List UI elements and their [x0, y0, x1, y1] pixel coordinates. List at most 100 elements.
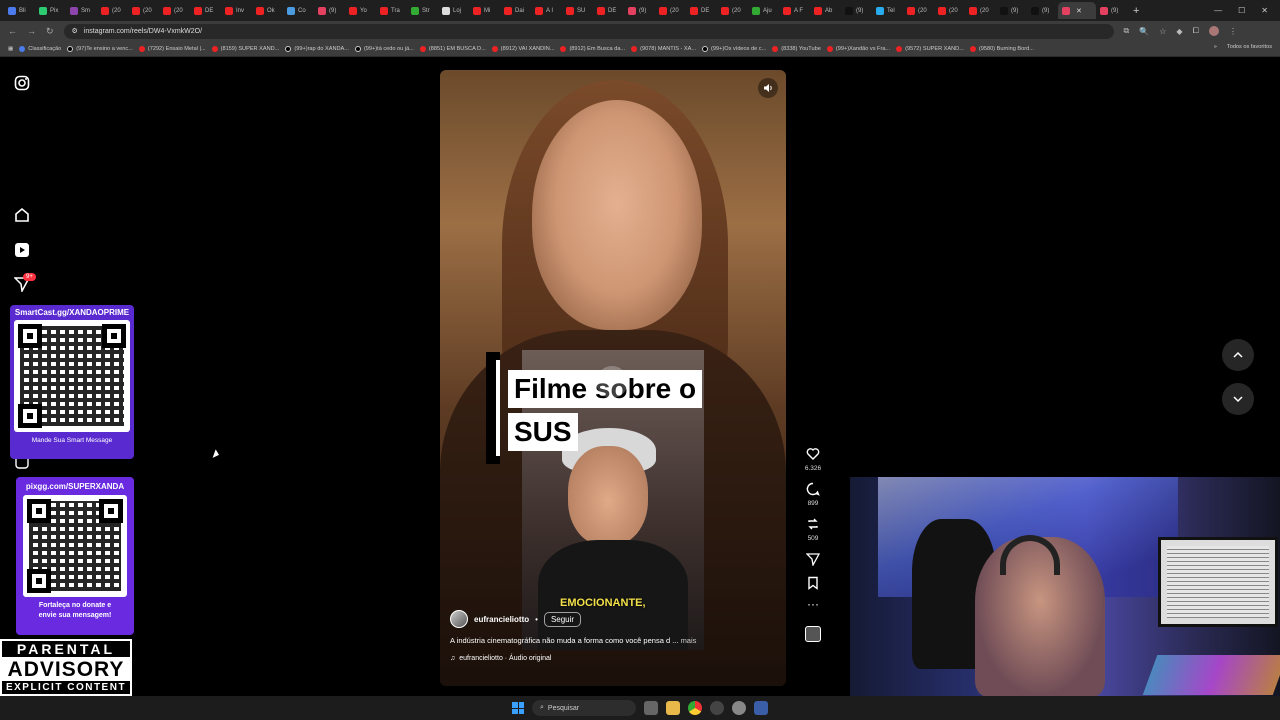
taskbar-search[interactable]: ⌕ Pesquisar	[532, 700, 636, 716]
like-action[interactable]: 6.326	[800, 447, 826, 472]
windows-start-icon[interactable]	[512, 702, 524, 714]
browser-tab[interactable]: ✕	[1058, 2, 1096, 19]
zoom-icon[interactable]: 🔍	[1139, 27, 1149, 36]
browser-tab[interactable]: DE	[190, 2, 221, 19]
bookmark-item[interactable]: (99+)Xandão vs Fra...	[826, 45, 890, 52]
tab-favicon-icon	[938, 6, 946, 15]
reel-video[interactable]: Filme sobre o SUS EMOCIONANTE, eufrancie…	[440, 70, 786, 686]
browser-tab[interactable]: Sm	[66, 2, 97, 19]
bookmark-item[interactable]: (9580) Burning Bord...	[969, 45, 1034, 52]
more-link[interactable]: mais	[681, 636, 697, 645]
browser-tab[interactable]: (9)	[996, 2, 1027, 19]
bookmark-item[interactable]: (8912) VAI XANDIN...	[491, 45, 554, 52]
next-reel-button[interactable]	[1222, 383, 1254, 415]
reload-icon[interactable]: ↻	[46, 26, 54, 37]
url-bar[interactable]: ⚙ instagram.com/reels/DW4-VxmkW2O/	[63, 23, 1114, 39]
volume-icon[interactable]	[758, 78, 778, 98]
browser-tab[interactable]: (9)	[314, 2, 345, 19]
extension-icon[interactable]: ◆	[1176, 27, 1182, 36]
bookmark-item[interactable]: (99+)tá cedo ou já...	[354, 45, 414, 52]
browser-tab[interactable]: (20	[128, 2, 159, 19]
share-action[interactable]	[800, 552, 826, 566]
bookmark-item[interactable]: (99+)rap do XANDÃ...	[285, 45, 349, 52]
browser-tab[interactable]: (20	[934, 2, 965, 19]
more-options-action[interactable]: ···	[800, 598, 826, 610]
minimize-icon[interactable]: —	[1214, 6, 1222, 15]
bookmark-item[interactable]: (8338) YouTube	[772, 45, 821, 52]
file-explorer-icon[interactable]	[666, 701, 680, 715]
maximize-icon[interactable]: ☐	[1238, 6, 1245, 15]
reels-icon[interactable]	[13, 241, 31, 259]
forward-icon[interactable]: →	[27, 26, 36, 36]
home-icon[interactable]	[13, 206, 31, 224]
comment-action[interactable]: 899	[800, 482, 826, 507]
task-view-icon[interactable]	[644, 701, 658, 715]
app-icon[interactable]	[710, 701, 724, 715]
chrome-icon[interactable]	[688, 701, 702, 715]
star-icon[interactable]: ☆	[1159, 27, 1166, 36]
browser-tab[interactable]: (9)	[1027, 2, 1058, 19]
tab-close-icon[interactable]: ✕	[1076, 7, 1082, 15]
bookmark-item[interactable]: (9078) MANTIS - XA...	[631, 45, 696, 52]
browser-tab[interactable]: Tra	[376, 2, 407, 19]
profile-avatar[interactable]	[1208, 26, 1219, 36]
browser-tab[interactable]: A I	[531, 2, 562, 19]
author-name[interactable]: eufrancieliotto	[474, 615, 529, 624]
bookmark-item[interactable]: (7292) Ensaio Metal |...	[138, 45, 206, 52]
browser-tab[interactable]: Loj	[438, 2, 469, 19]
author-avatar[interactable]	[450, 610, 468, 628]
browser-tab[interactable]: (20	[717, 2, 748, 19]
new-tab-icon[interactable]: +	[1133, 5, 1139, 17]
browser-tab[interactable]: (20	[655, 2, 686, 19]
browser-tab[interactable]: SU	[562, 2, 593, 19]
install-icon[interactable]: ⧉	[1124, 26, 1130, 36]
browser-tab[interactable]: (9)	[624, 2, 655, 19]
browser-tab[interactable]: Bli	[4, 2, 35, 19]
bookmarks-overflow-icon[interactable]: »	[1214, 44, 1217, 50]
browser-tab[interactable]: Ok	[252, 2, 283, 19]
save-action[interactable]	[800, 576, 826, 590]
settings-icon[interactable]	[732, 701, 746, 715]
site-info-icon[interactable]: ⚙	[72, 27, 78, 35]
previous-reel-button[interactable]	[1222, 339, 1254, 371]
browser-tab[interactable]: Aju	[748, 2, 779, 19]
instagram-logo-icon[interactable]	[13, 74, 31, 92]
repost-action[interactable]: 509	[800, 517, 826, 542]
browser-tab[interactable]: Mi	[469, 2, 500, 19]
browser-tab[interactable]: (9)	[841, 2, 872, 19]
bookmark-item[interactable]: (8851) EM BUSCA D...	[419, 45, 486, 52]
all-bookmarks-link[interactable]: Todos os favoritos	[1227, 44, 1272, 50]
audio-thumbnail[interactable]	[800, 618, 826, 642]
browser-tab[interactable]: Pix	[35, 2, 66, 19]
browser-tab[interactable]: Str	[407, 2, 438, 19]
apps-icon[interactable]: ▦	[8, 46, 13, 52]
menu-icon[interactable]: ⋮	[1229, 27, 1237, 36]
browser-tab[interactable]: Ab	[810, 2, 841, 19]
follow-button[interactable]: Seguir	[543, 611, 582, 627]
browser-tab[interactable]: (20	[903, 2, 934, 19]
audio-row[interactable]: ♫ eufrancieliotto · Áudio original	[450, 655, 780, 662]
browser-tab[interactable]: Tel	[872, 2, 903, 19]
browser-tab[interactable]: Yo	[345, 2, 376, 19]
bookmark-item[interactable]: (8912) Em Busca da...	[560, 45, 625, 52]
browser-tab[interactable]: (20	[97, 2, 128, 19]
browser-tab[interactable]: Inv	[221, 2, 252, 19]
browser-tab[interactable]: (20	[159, 2, 190, 19]
browser-tab[interactable]: (20	[965, 2, 996, 19]
bookmark-item[interactable]: (97)Te ensino a venc...	[67, 45, 133, 52]
browser-tab[interactable]: DE	[686, 2, 717, 19]
bookmark-item[interactable]: Classificação	[19, 45, 61, 52]
browser-tab[interactable]: (9)	[1096, 2, 1127, 19]
back-icon[interactable]: ←	[8, 26, 17, 36]
browser-tab[interactable]: DE	[593, 2, 624, 19]
play-icon[interactable]	[596, 366, 628, 398]
bookmark-item[interactable]: (8159) SUPER XAND...	[211, 45, 279, 52]
extensions-icon[interactable]: ⧠	[1193, 26, 1199, 36]
steam-icon[interactable]	[754, 701, 768, 715]
bookmark-item[interactable]: (9572) SUPER XAND...	[896, 45, 964, 52]
browser-tab[interactable]: A F	[779, 2, 810, 19]
close-window-icon[interactable]: ✕	[1261, 6, 1268, 15]
browser-tab[interactable]: Co	[283, 2, 314, 19]
browser-tab[interactable]: Dai	[500, 2, 531, 19]
bookmark-item[interactable]: (99+)Os vídeos de c...	[702, 45, 766, 52]
